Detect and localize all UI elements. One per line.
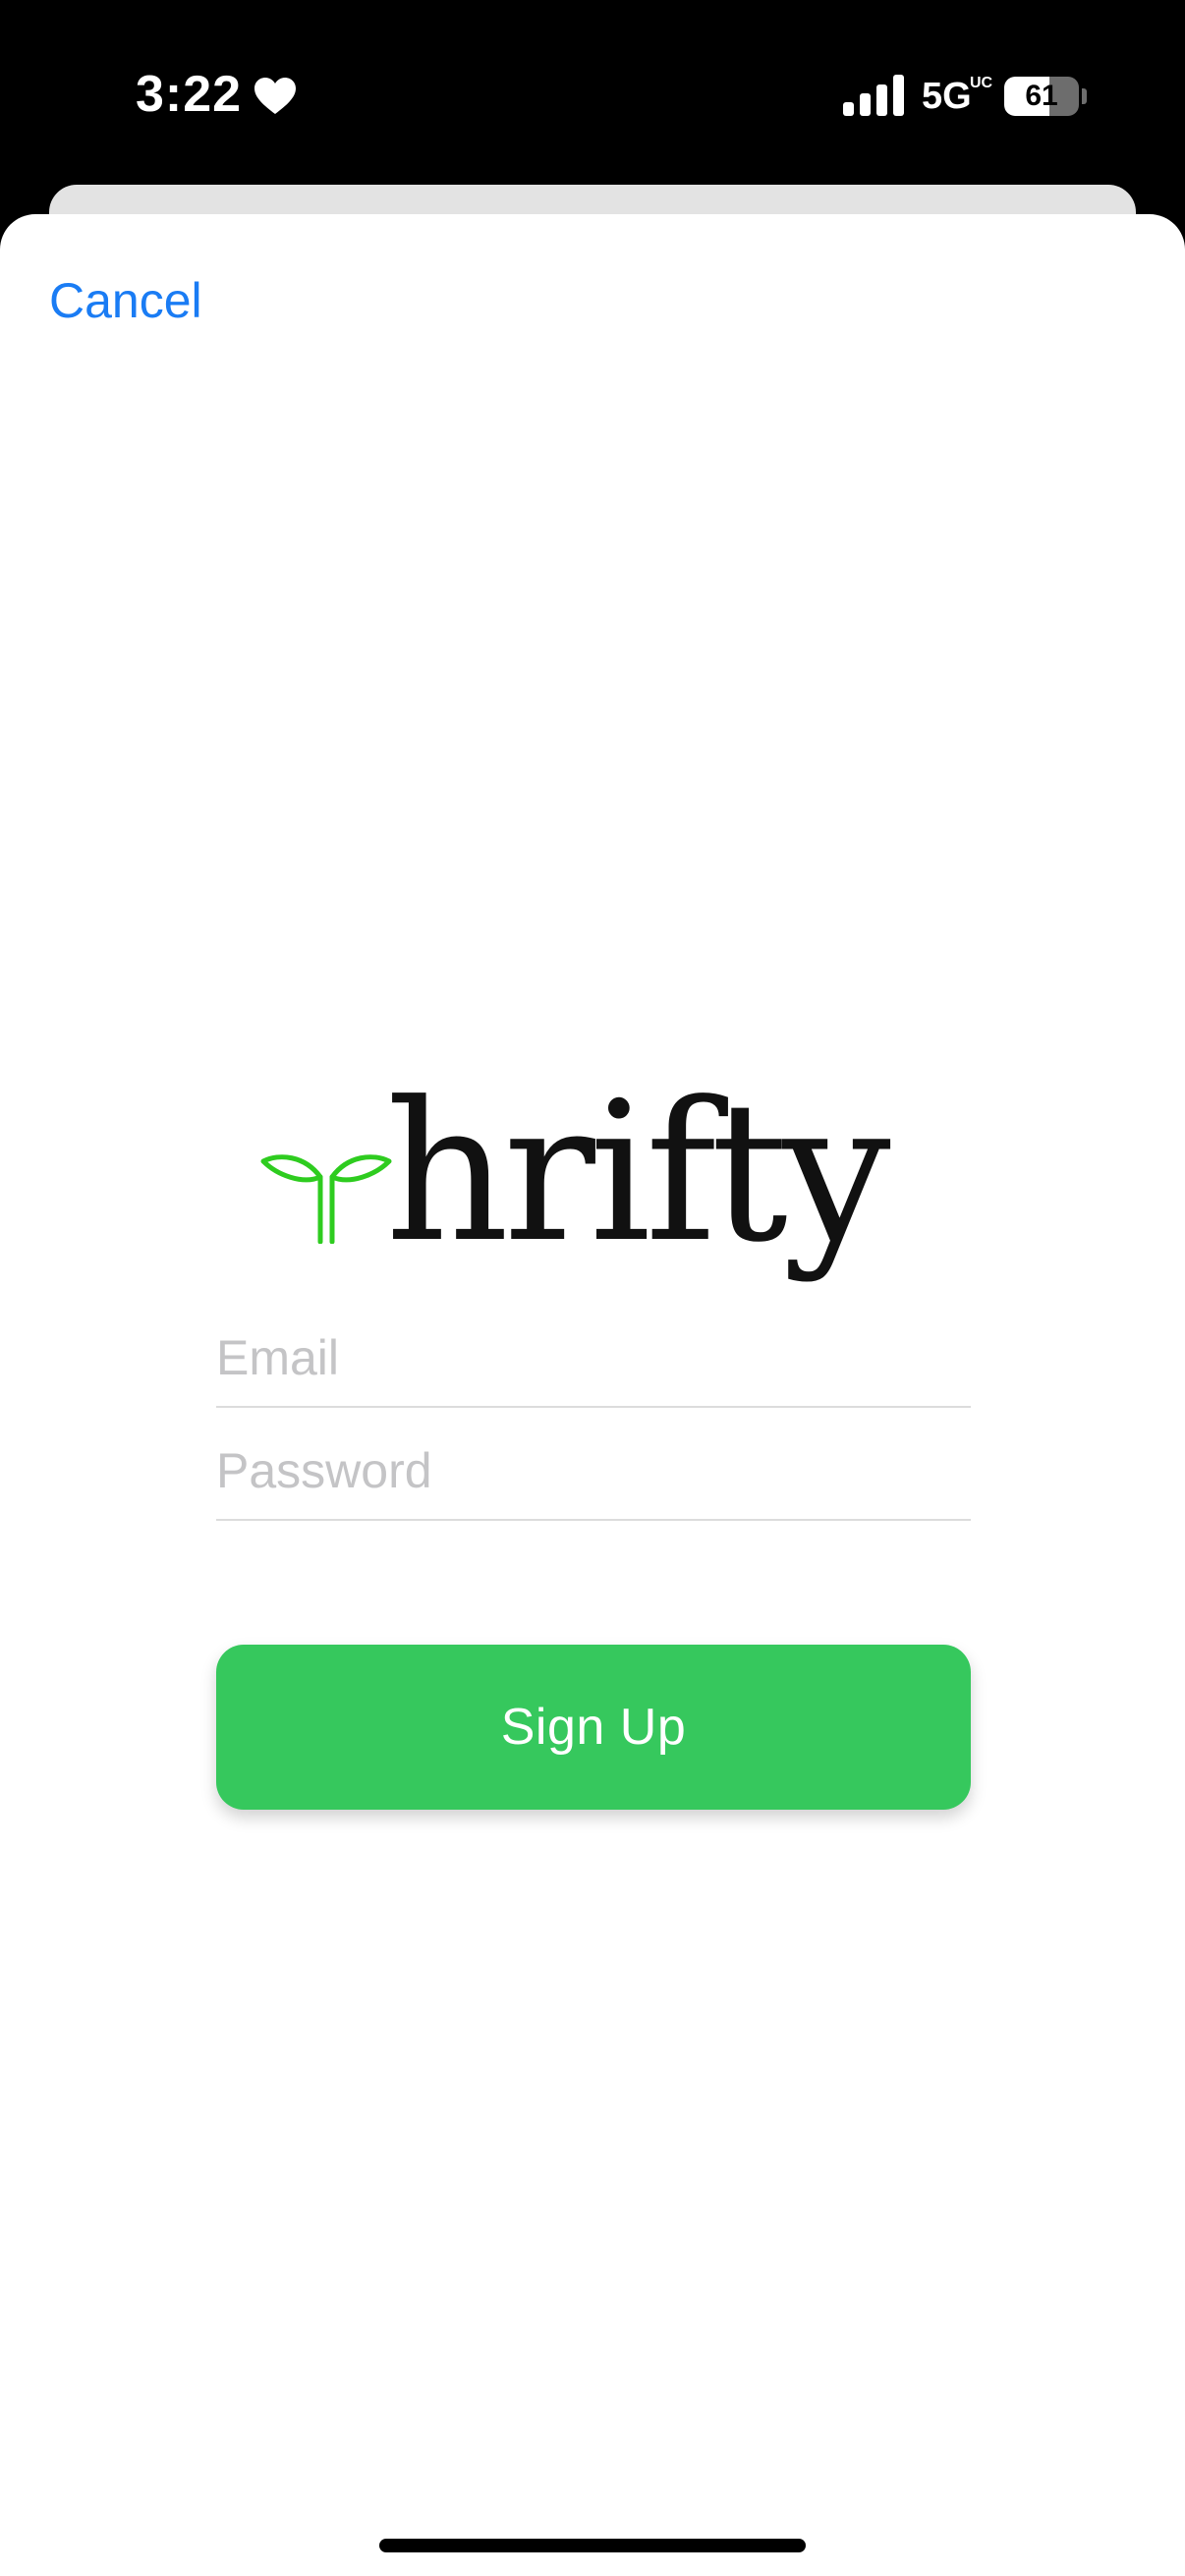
password-input[interactable] — [216, 1436, 963, 1505]
password-field[interactable] — [216, 1407, 971, 1521]
cancel-button[interactable]: Cancel — [49, 271, 202, 330]
battery-icon: 61 — [1004, 77, 1079, 116]
battery-cap — [1082, 88, 1087, 104]
network-subtype: UC — [970, 75, 993, 91]
heart-icon — [254, 78, 296, 114]
sprout-icon — [260, 1154, 392, 1244]
logo-wordmark: hrifty — [385, 1061, 891, 1285]
network-type: 5G — [922, 76, 972, 117]
cellular-signal-icon — [843, 75, 904, 116]
status-bar: 3:22 5G UC 61 — [0, 0, 1185, 187]
sign-up-button[interactable]: Sign Up — [216, 1645, 971, 1810]
email-input[interactable] — [216, 1323, 963, 1392]
email-field[interactable] — [216, 1294, 971, 1408]
status-time: 3:22 — [136, 66, 243, 123]
home-indicator[interactable] — [379, 2539, 806, 2552]
battery-percent: 61 — [1025, 80, 1058, 112]
